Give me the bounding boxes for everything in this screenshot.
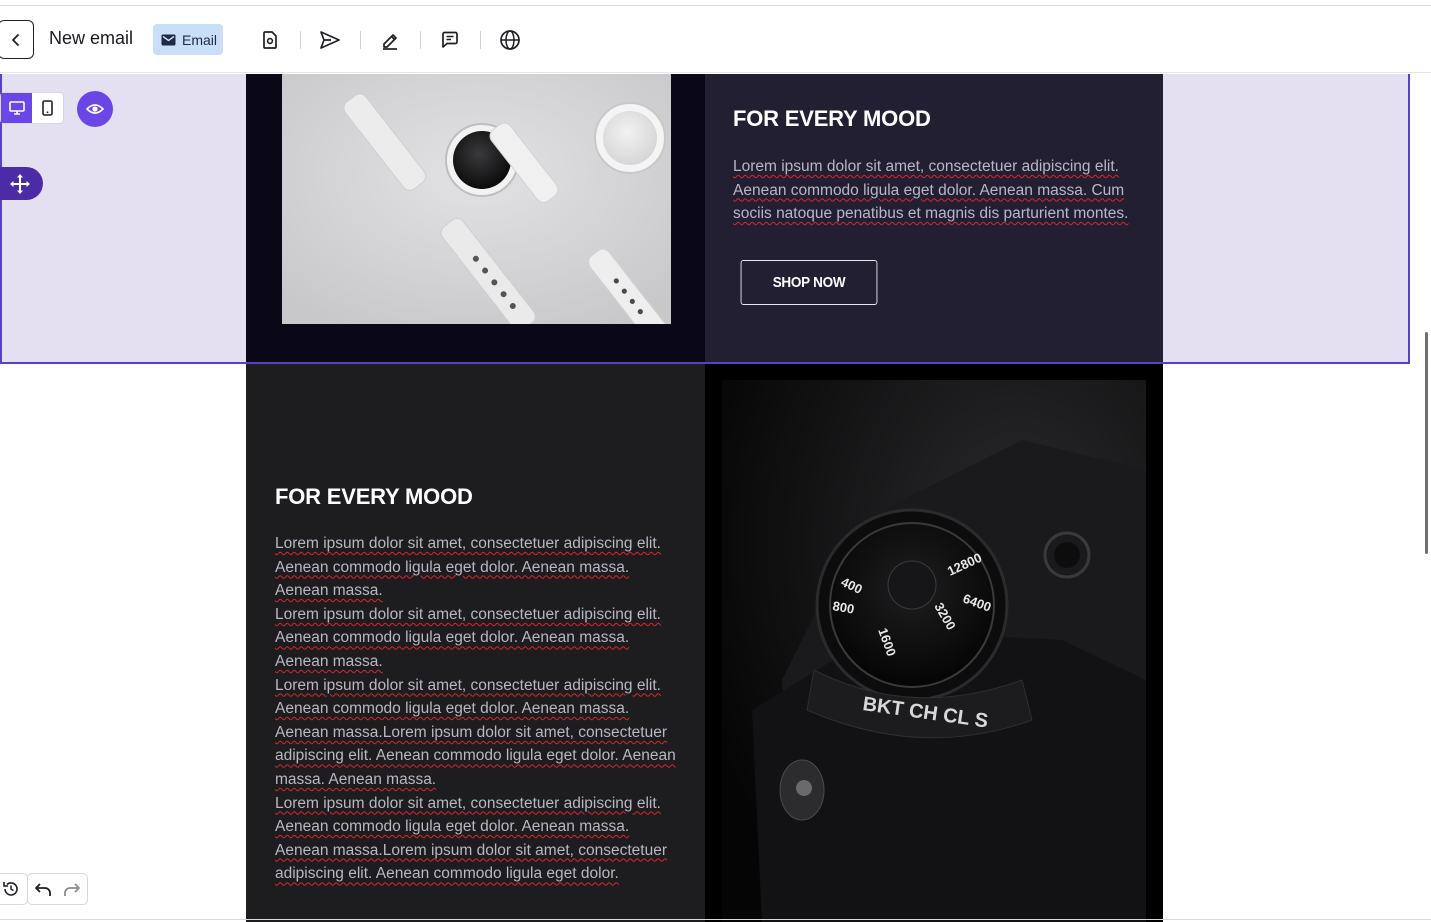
toolbar-divider [480, 31, 481, 49]
mobile-icon [42, 100, 53, 116]
comment-button[interactable] [438, 28, 462, 52]
content-block-2[interactable]: FOR EVERY MOOD Lorem ipsum dolor sit ame… [246, 364, 1163, 922]
comment-icon [442, 31, 458, 48]
content-block-1[interactable]: FOR EVERY MOOD Lorem ipsum dolor sit ame… [246, 74, 1163, 362]
editor-toolbar: New email Email [0, 6, 1431, 73]
mail-icon [161, 34, 176, 45]
paragraph-line: massa. Aenean massa. [275, 770, 437, 788]
device-toggle [0, 92, 64, 124]
content-column-2[interactable]: FOR EVERY MOOD Lorem ipsum dolor sit ame… [246, 364, 705, 922]
file-settings-icon [263, 31, 277, 49]
email-badge-label: Email [182, 31, 218, 48]
section-paragraph[interactable]: Lorem ipsum dolor sit amet, consectetuer… [275, 532, 695, 886]
email-type-badge[interactable]: Email [153, 24, 223, 55]
paragraph-line: Aenean massa.Lorem ipsum dolor sit amet,… [275, 723, 667, 741]
eye-icon [86, 104, 104, 114]
canvas-bottom-border [0, 919, 1431, 920]
toolbar-divider [360, 31, 361, 49]
paragraph-line: Aenean massa. [275, 652, 383, 670]
chevron-left-icon [12, 33, 19, 46]
language-button[interactable] [498, 28, 522, 52]
section-heading[interactable]: FOR EVERY MOOD [275, 484, 473, 510]
history-icon [3, 882, 18, 896]
redo-button[interactable] [58, 874, 88, 904]
history-button[interactable] [0, 873, 28, 905]
paragraph-line: Aenean massa.Lorem ipsum dolor sit amet,… [275, 841, 667, 859]
section-paragraph[interactable]: Lorem ipsum dolor sit amet, consectetuer… [733, 155, 1153, 226]
vertical-scrollbar[interactable] [1425, 332, 1428, 554]
paragraph-line: Aenean commodo ligula eget dolor. Aenean… [275, 818, 630, 836]
file-settings-button[interactable] [258, 28, 282, 52]
paragraph-line: Lorem ipsum dolor sit amet, consectetuer… [275, 794, 661, 812]
back-button[interactable] [0, 20, 34, 59]
paragraph-line: Aenean commodo ligula eget dolor. Aenean… [275, 629, 630, 647]
paragraph-line: adipiscing elit. Aenean commodo ligula e… [275, 865, 619, 883]
paragraph-line: Lorem ipsum dolor sit amet, consectetuer… [733, 158, 1119, 175]
toolbar-divider [300, 31, 301, 49]
paragraph-line: Aenean commodo ligula eget dolor. Aenean… [275, 558, 630, 576]
toolbar-divider [420, 31, 421, 49]
content-column-1[interactable]: FOR EVERY MOOD Lorem ipsum dolor sit ame… [705, 74, 1163, 362]
watch-illustration [282, 74, 671, 324]
desktop-icon [8, 101, 25, 115]
undo-button[interactable] [28, 874, 58, 904]
paragraph-line: Aenean commodo ligula eget dolor. Aenean… [733, 181, 1125, 199]
paragraph-line: Lorem ipsum dolor sit amet, consectetuer… [275, 676, 661, 694]
paragraph-line: Lorem ipsum dolor sit amet, consectetuer… [275, 535, 661, 552]
camera-illustration: 400 800 1600 3200 6400 12800 BKT CH CL S [722, 380, 1146, 922]
undo-icon [34, 883, 51, 896]
undo-redo-group [27, 873, 88, 905]
image-column-2[interactable]: 400 800 1600 3200 6400 12800 BKT CH CL S [705, 364, 1163, 922]
paragraph-line: Lorem ipsum dolor sit amet, consectetuer… [275, 605, 661, 623]
drag-handle[interactable] [0, 167, 43, 200]
desktop-view-button[interactable] [1, 93, 32, 123]
edit-pen-icon [383, 34, 397, 50]
section-heading[interactable]: FOR EVERY MOOD [733, 106, 931, 132]
move-icon [9, 173, 30, 194]
paragraph-line: sociis natoque penatibus et magnis dis p… [733, 205, 1129, 223]
paragraph-line: adipiscing elit. Aenean commodo ligula e… [275, 747, 676, 765]
page-title: New email [49, 28, 134, 48]
globe-icon [500, 30, 520, 50]
send-button[interactable] [318, 28, 342, 52]
edit-button[interactable] [378, 28, 402, 52]
redo-icon [64, 883, 81, 896]
email-canvas: FOR EVERY MOOD Lorem ipsum dolor sit ame… [0, 74, 1431, 922]
send-icon [320, 31, 340, 49]
shop-now-button[interactable]: SHOP NOW [740, 260, 878, 305]
paragraph-line: Aenean massa. [275, 582, 383, 600]
mobile-view-button[interactable] [32, 93, 63, 123]
smartwatch-image[interactable] [282, 74, 671, 324]
preview-button[interactable] [77, 91, 113, 127]
camera-image[interactable]: 400 800 1600 3200 6400 12800 BKT CH CL S [722, 380, 1146, 922]
paragraph-line: Aenean commodo ligula eget dolor. Aenean… [275, 700, 630, 718]
